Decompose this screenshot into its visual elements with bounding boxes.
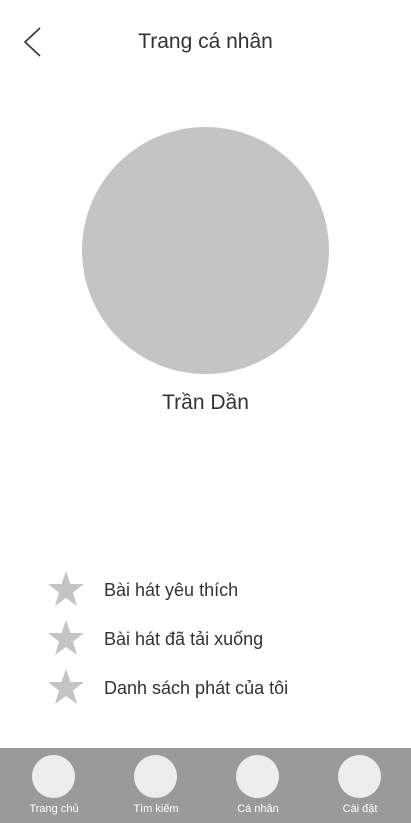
nav-icon-placeholder: [338, 755, 381, 798]
menu-item-downloaded-songs[interactable]: Bài hát đã tải xuống: [0, 615, 411, 659]
nav-label: Trang chủ: [29, 803, 79, 815]
nav-label: Cài đặt: [342, 803, 378, 815]
menu-item-label: Bài hát yêu thích: [104, 580, 239, 600]
nav-item-settings[interactable]: Cài đặt: [309, 748, 411, 823]
star-icon: [48, 620, 84, 655]
nav-item-profile[interactable]: Cá nhân: [207, 748, 309, 823]
star-icon: [48, 571, 84, 606]
menu-item-label: Danh sách phát của tôi: [104, 678, 289, 698]
avatar: [82, 127, 329, 374]
menu-item-favorite-songs[interactable]: Bài hát yêu thích: [0, 566, 411, 610]
nav-item-search[interactable]: Tìm kiếm: [105, 748, 207, 823]
page-title: Trang cá nhân: [138, 30, 273, 53]
nav-item-home[interactable]: Trang chủ: [3, 748, 105, 823]
nav-label: Cá nhân: [237, 803, 279, 815]
bottom-navigation: Trang chủ Tìm kiếm Cá nhân Cài đặt: [0, 748, 411, 823]
header: Trang cá nhân: [0, 0, 411, 86]
menu-item-label: Bài hát đã tải xuống: [104, 629, 264, 649]
nav-icon-placeholder: [134, 755, 177, 798]
menu-item-my-playlists[interactable]: Danh sách phát của tôi: [0, 664, 411, 708]
nav-label: Tìm kiếm: [133, 803, 179, 815]
nav-icon-placeholder: [32, 755, 75, 798]
profile-name: Trần Dần: [162, 391, 249, 414]
star-icon: [48, 669, 84, 704]
nav-icon-placeholder: [236, 755, 279, 798]
